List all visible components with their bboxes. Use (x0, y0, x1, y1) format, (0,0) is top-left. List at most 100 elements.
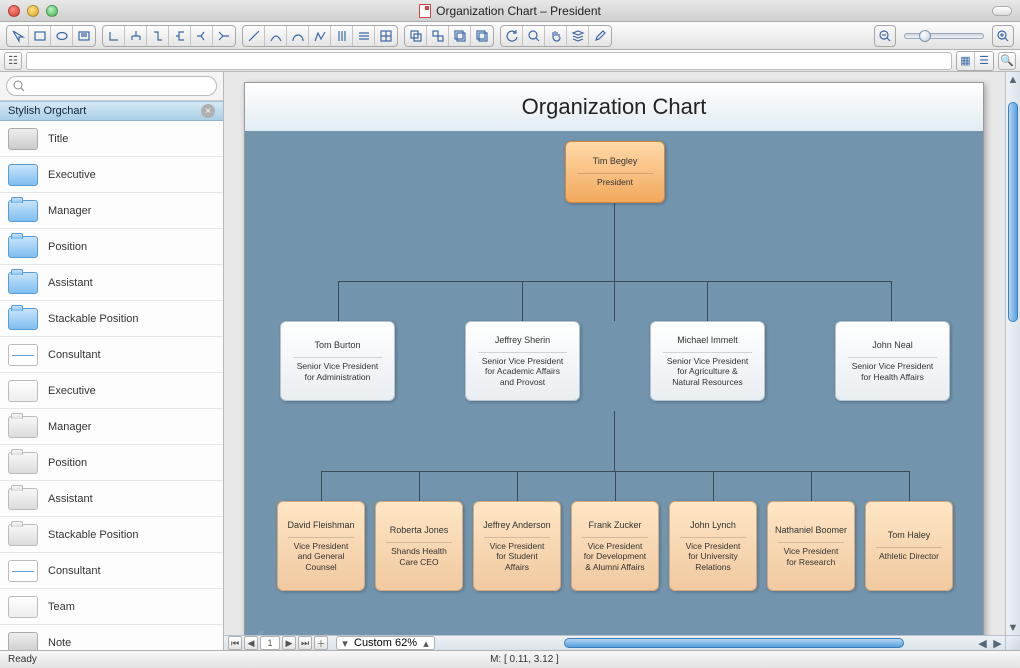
eyedrop-icon[interactable] (589, 26, 611, 46)
first-page-icon[interactable]: ⏮ (228, 636, 242, 650)
shape-thumb-icon (8, 344, 38, 366)
zoom-icon[interactable] (523, 26, 545, 46)
org-box-vp[interactable]: Roberta JonesShands Health Care CEO (375, 501, 463, 591)
grid-view-icon[interactable]: ▦ (957, 52, 975, 70)
zoom-step-down-icon[interactable]: ▾ (340, 637, 350, 650)
line-icon[interactable] (243, 26, 265, 46)
org-role: Senior Vice President for Health Affairs (848, 357, 937, 382)
zoom-out-icon[interactable] (874, 25, 896, 47)
branch-icon[interactable] (169, 26, 191, 46)
close-window-button[interactable] (8, 5, 20, 17)
shape-item[interactable]: Executive (0, 373, 223, 409)
split-icon[interactable] (191, 26, 213, 46)
shape-item[interactable]: Position (0, 229, 223, 265)
shape-item[interactable]: Consultant (0, 553, 223, 589)
shape-item[interactable]: Executive (0, 157, 223, 193)
org-box-vp[interactable]: John LynchVice President for University … (669, 501, 757, 591)
minimize-window-button[interactable] (27, 5, 39, 17)
canvas-viewport[interactable]: Organization Chart (224, 72, 1005, 635)
last-page-icon[interactable]: ⏭ (298, 636, 312, 650)
sidebar-category-header[interactable]: Stylish Orgchart × (0, 101, 223, 121)
zoom-in-icon[interactable] (992, 25, 1014, 47)
scroll-up-icon[interactable]: ▲ (1006, 72, 1020, 87)
connect-r-icon[interactable] (147, 26, 169, 46)
org-box-vp[interactable]: Jeffrey AndersonVice President for Stude… (473, 501, 561, 591)
hguide-icon[interactable] (353, 26, 375, 46)
org-box-vp[interactable]: Frank ZuckerVice President for Developme… (571, 501, 659, 591)
grid-icon[interactable] (375, 26, 397, 46)
vguide-icon[interactable] (331, 26, 353, 46)
org-box-svp[interactable]: Tom BurtonSenior Vice President for Admi… (280, 321, 395, 401)
org-name: Tim Begley (593, 156, 638, 169)
group-icon[interactable] (405, 26, 427, 46)
org-box-svp[interactable]: John NealSenior Vice President for Healt… (835, 321, 950, 401)
shape-item[interactable]: Manager (0, 409, 223, 445)
vertical-scroll-thumb[interactable] (1008, 102, 1018, 322)
next-page-icon[interactable]: ▶ (282, 636, 296, 650)
list-view-icon[interactable]: ☰ (975, 52, 993, 70)
shape-item[interactable]: Manager (0, 193, 223, 229)
sidebar-search-input[interactable] (6, 76, 217, 96)
ungroup-icon[interactable] (427, 26, 449, 46)
connect-l-icon[interactable] (103, 26, 125, 46)
org-box-vp[interactable]: Tom HaleyAthletic Director (865, 501, 953, 591)
close-category-icon[interactable]: × (201, 104, 215, 118)
zoom-value: Custom 62% (354, 637, 417, 649)
org-box-president[interactable]: Tim Begley President (565, 141, 665, 203)
ellipse-icon[interactable] (51, 26, 73, 46)
shape-item[interactable]: Note (0, 625, 223, 650)
shape-thumb-icon (8, 632, 38, 651)
org-box-vp[interactable]: Nathaniel BoomerVice President for Resea… (767, 501, 855, 591)
shape-item[interactable]: Team (0, 589, 223, 625)
org-box-vp[interactable]: David FleishmanVice President and Genera… (277, 501, 365, 591)
page-number[interactable]: 1 (260, 636, 280, 650)
library-path-input[interactable] (26, 52, 952, 70)
shape-item[interactable]: Position (0, 445, 223, 481)
org-name: David Fleishman (287, 520, 354, 533)
refresh-icon[interactable] (501, 26, 523, 46)
zoom-slider-thumb[interactable] (919, 30, 931, 42)
rect-icon[interactable] (29, 26, 51, 46)
poly-icon[interactable] (309, 26, 331, 46)
search-icon[interactable]: 🔍 (998, 52, 1016, 70)
connector (909, 471, 910, 501)
scroll-down-icon[interactable]: ▼ (1006, 620, 1020, 635)
org-box-svp[interactable]: Jeffrey SherinSenior Vice President for … (465, 321, 580, 401)
shape-item[interactable]: Consultant (0, 337, 223, 373)
front-icon[interactable] (449, 26, 471, 46)
horizontal-scrollbar[interactable]: ⏮ ◀ 1 ▶ ⏭ ＋ ▾ Custom 62% ▴ ◀ ▶ (224, 635, 1005, 650)
horizontal-scroll-thumb[interactable] (564, 638, 904, 648)
shape-item[interactable]: Assistant (0, 265, 223, 301)
stack-icon[interactable] (567, 26, 589, 46)
shape-item[interactable]: Assistant (0, 481, 223, 517)
connect-t-icon[interactable] (125, 26, 147, 46)
vertical-scrollbar[interactable]: ▲ ▼ (1005, 72, 1020, 635)
pointer-icon[interactable] (7, 26, 29, 46)
back-icon[interactable] (471, 26, 493, 46)
zoom-step-up-icon[interactable]: ▴ (421, 637, 431, 650)
merge-icon[interactable] (213, 26, 235, 46)
zoom-window-button[interactable] (46, 5, 58, 17)
shape-item-label: Manager (48, 421, 91, 433)
zoom-field[interactable]: ▾ Custom 62% ▴ (336, 636, 435, 650)
text-icon[interactable] (73, 26, 95, 46)
arc-icon[interactable] (287, 26, 309, 46)
scroll-left-icon[interactable]: ◀ (975, 636, 990, 651)
prev-page-icon[interactable]: ◀ (244, 636, 258, 650)
tree-icon[interactable]: ☷ (4, 52, 22, 70)
toolbar-toggle-button[interactable] (992, 6, 1012, 16)
org-box-svp[interactable]: Michael ImmeltSenior Vice President for … (650, 321, 765, 401)
page[interactable]: Organization Chart (244, 82, 984, 635)
curve-icon[interactable] (265, 26, 287, 46)
shape-item[interactable]: Stackable Position (0, 301, 223, 337)
pan-icon[interactable] (545, 26, 567, 46)
logo-icon (254, 627, 278, 635)
zoom-slider[interactable] (904, 33, 984, 39)
shape-item[interactable]: Title (0, 121, 223, 157)
shape-item[interactable]: Stackable Position (0, 517, 223, 553)
view-mode-segment: ▦ ☰ (956, 51, 994, 71)
scroll-right-icon[interactable]: ▶ (990, 636, 1005, 651)
connector (522, 281, 523, 321)
resize-grip[interactable] (1005, 635, 1020, 650)
add-page-icon[interactable]: ＋ (314, 636, 328, 650)
